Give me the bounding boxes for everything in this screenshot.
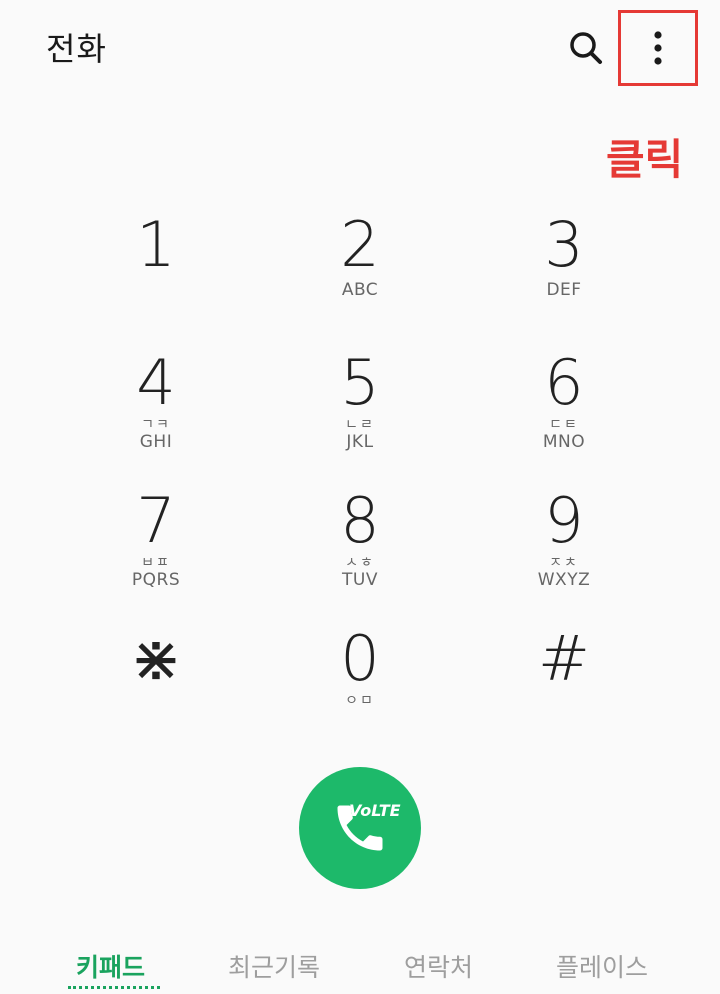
- key-hash[interactable]: #: [462, 624, 666, 762]
- tab-contacts[interactable]: 연락처: [404, 948, 473, 984]
- key-letters: PQRS: [131, 570, 181, 590]
- key-jamo: ㅂㅍ: [141, 555, 171, 571]
- key-digit: 5: [340, 346, 380, 419]
- key-letters: TUV: [342, 570, 378, 590]
- key-jamo: ㅇㅁ: [345, 693, 375, 709]
- page-title: 전화: [46, 30, 107, 68]
- active-tab-indicator: [68, 986, 160, 989]
- key-jamo: ㅅㅎ: [345, 555, 375, 571]
- key-3[interactable]: 3 DEF: [462, 210, 666, 348]
- key-letters: MNO: [542, 432, 586, 452]
- key-letters: JKL: [346, 432, 374, 452]
- search-button[interactable]: [566, 28, 606, 68]
- click-annotation: 클릭: [606, 135, 684, 184]
- dial-keypad: 1 2 ABC 3 DEF 4 ㄱㅋ GHI 5 ㄴㄹ JKL 6 ㄷㅌ MNO…: [54, 210, 666, 762]
- more-options-button[interactable]: [618, 10, 698, 86]
- key-digit: 3: [544, 208, 584, 281]
- key-digit: ⋇: [130, 622, 182, 695]
- more-vertical-icon: [654, 31, 662, 65]
- bottom-tab-bar: 키패드 최근기록 연락처 플레이스: [0, 948, 720, 994]
- key-6[interactable]: 6 ㄷㅌ MNO: [462, 348, 666, 486]
- key-7[interactable]: 7 ㅂㅍ PQRS: [54, 486, 258, 624]
- tab-recents[interactable]: 최근기록: [228, 948, 320, 984]
- key-jamo: ㄴㄹ: [345, 417, 375, 433]
- key-letters: DEF: [546, 280, 582, 300]
- key-letters: GHI: [139, 432, 173, 452]
- key-4[interactable]: 4 ㄱㅋ GHI: [54, 348, 258, 486]
- tab-keypad[interactable]: 키패드: [76, 948, 145, 984]
- call-button[interactable]: VoLTE: [299, 767, 421, 889]
- key-digit: 1: [136, 208, 176, 281]
- key-jamo: ㄱㅋ: [141, 417, 171, 433]
- key-digit: #: [538, 622, 590, 695]
- tab-places[interactable]: 플레이스: [556, 948, 648, 984]
- key-8[interactable]: 8 ㅅㅎ TUV: [258, 486, 462, 624]
- key-digit: 6: [544, 346, 584, 419]
- key-0[interactable]: 0 ㅇㅁ: [258, 624, 462, 762]
- key-9[interactable]: 9 ㅈㅊ WXYZ: [462, 486, 666, 624]
- key-letters: WXYZ: [537, 570, 591, 590]
- key-digit: 0: [340, 622, 380, 695]
- key-2[interactable]: 2 ABC: [258, 210, 462, 348]
- key-letters: ABC: [341, 280, 379, 300]
- key-1[interactable]: 1: [54, 210, 258, 348]
- key-jamo: ㄷㅌ: [549, 417, 579, 433]
- key-star[interactable]: ⋇: [54, 624, 258, 762]
- key-digit: 9: [544, 484, 584, 557]
- volte-badge: VoLTE: [349, 801, 401, 820]
- search-icon: [570, 32, 602, 64]
- key-digit: 4: [136, 346, 176, 419]
- key-5[interactable]: 5 ㄴㄹ JKL: [258, 348, 462, 486]
- key-digit: 2: [340, 208, 380, 281]
- key-digit: 7: [136, 484, 176, 557]
- key-jamo: ㅈㅊ: [549, 555, 579, 571]
- key-digit: 8: [340, 484, 380, 557]
